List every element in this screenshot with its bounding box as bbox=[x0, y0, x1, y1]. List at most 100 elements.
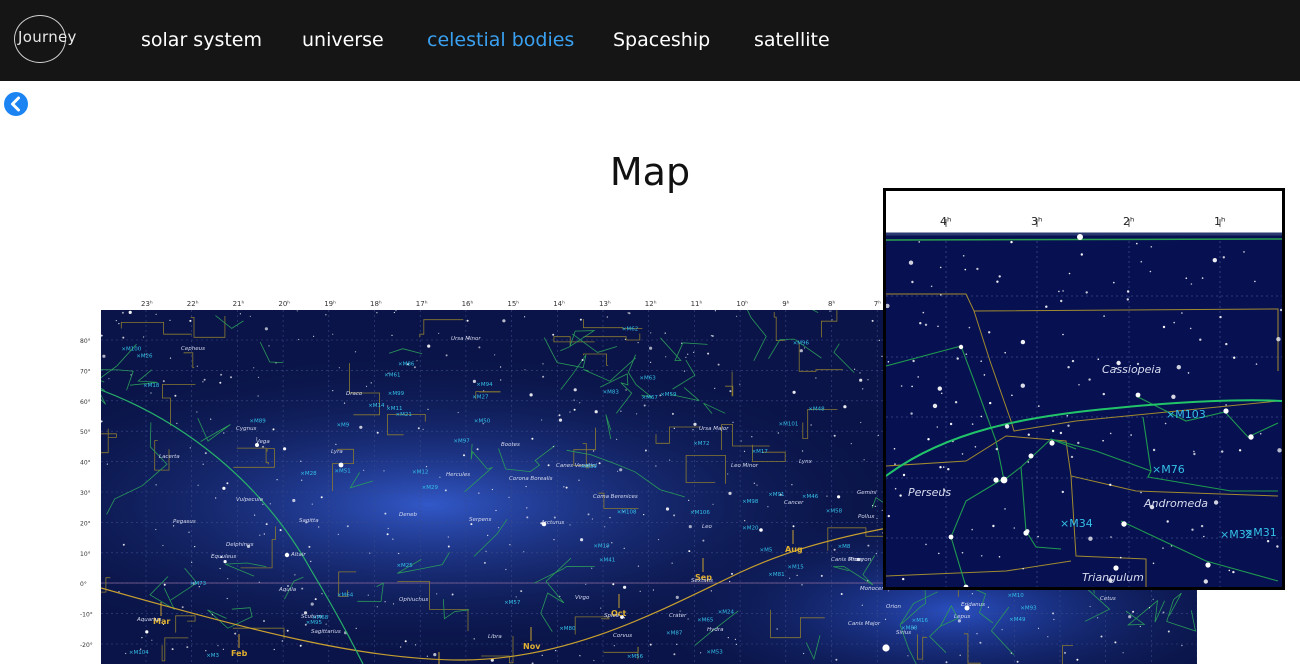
star bbox=[363, 469, 365, 471]
back-button[interactable] bbox=[4, 92, 28, 116]
star bbox=[222, 486, 226, 490]
star bbox=[1004, 508, 1006, 510]
star bbox=[644, 449, 647, 452]
constellation-label: Gemini bbox=[857, 490, 877, 496]
messier-label: ×M16 bbox=[912, 618, 929, 624]
star bbox=[587, 513, 590, 516]
star bbox=[734, 638, 737, 640]
inset-map[interactable]: 4ʰ 3ʰ 2ʰ 1ʰ Cassiopeia Perseus Andromeda Triang… bbox=[883, 188, 1285, 590]
star bbox=[1004, 424, 1010, 429]
star bbox=[215, 497, 217, 499]
star bbox=[325, 623, 327, 625]
star bbox=[298, 338, 300, 341]
star bbox=[427, 408, 429, 410]
inset-constellation-label: Cassiopeia bbox=[1102, 363, 1161, 376]
star bbox=[478, 346, 481, 349]
star bbox=[835, 658, 838, 661]
messier-label: ×M62 bbox=[622, 327, 638, 333]
star bbox=[826, 495, 828, 497]
star bbox=[968, 326, 971, 329]
star bbox=[253, 367, 255, 369]
star bbox=[121, 311, 124, 314]
star bbox=[1088, 378, 1091, 381]
star bbox=[395, 310, 397, 312]
constellation-label: Lacerta bbox=[159, 454, 180, 460]
star bbox=[310, 602, 314, 606]
star bbox=[867, 544, 870, 547]
star bbox=[223, 432, 225, 434]
constellation-label: Ursa Major bbox=[699, 426, 729, 432]
messier-label: ×M59 bbox=[660, 392, 677, 398]
star bbox=[1139, 625, 1141, 628]
star bbox=[617, 470, 619, 472]
star bbox=[325, 314, 327, 316]
constellation-label: Leo Minor bbox=[731, 463, 759, 469]
star bbox=[627, 312, 629, 314]
star bbox=[1080, 253, 1083, 256]
star bbox=[1070, 455, 1074, 459]
star bbox=[739, 383, 741, 385]
star bbox=[643, 404, 646, 407]
star bbox=[230, 376, 232, 379]
messier-label: ×M98 bbox=[742, 499, 759, 505]
star bbox=[102, 354, 106, 358]
star bbox=[860, 421, 862, 424]
star bbox=[988, 331, 991, 334]
star bbox=[262, 503, 264, 505]
star bbox=[1060, 299, 1063, 303]
star bbox=[1097, 358, 1100, 360]
star bbox=[141, 637, 143, 639]
star bbox=[466, 319, 469, 322]
star bbox=[971, 528, 973, 531]
star bbox=[1173, 321, 1175, 324]
star bbox=[707, 352, 710, 355]
star bbox=[876, 517, 878, 520]
nav-spaceship[interactable]: Spaceship bbox=[613, 29, 710, 51]
inset-messier-label: ×M31 bbox=[1244, 526, 1277, 539]
messier-label: ×M81 bbox=[768, 572, 784, 578]
star bbox=[859, 378, 863, 382]
hour-tick-label: 14ʰ bbox=[553, 300, 565, 308]
constellation-label: Sagittarius bbox=[311, 629, 341, 635]
star bbox=[1097, 617, 1099, 619]
star bbox=[936, 426, 939, 428]
star bbox=[279, 529, 282, 532]
star bbox=[727, 473, 729, 475]
star bbox=[1037, 535, 1039, 538]
star bbox=[628, 312, 631, 315]
star bbox=[815, 377, 817, 379]
star bbox=[613, 645, 615, 647]
star bbox=[837, 495, 841, 499]
messier-label: ×M50 bbox=[474, 418, 491, 424]
nav-universe[interactable]: universe bbox=[302, 29, 384, 51]
hour-tick-label: 8ʰ bbox=[828, 300, 835, 308]
star bbox=[155, 528, 157, 531]
star bbox=[1119, 556, 1122, 559]
nav-solar-system[interactable]: solar system bbox=[141, 29, 262, 51]
star bbox=[273, 648, 275, 651]
star bbox=[370, 382, 372, 384]
star bbox=[314, 598, 317, 601]
star bbox=[1167, 630, 1170, 633]
star bbox=[688, 550, 691, 553]
star bbox=[792, 525, 795, 528]
constellation-label: Corona Borealis bbox=[509, 476, 553, 482]
star bbox=[992, 524, 995, 528]
messier-label: ×M83 bbox=[603, 390, 620, 396]
nav-celestial-bodies[interactable]: celestial bodies bbox=[427, 29, 574, 51]
nav-satellite[interactable]: satellite bbox=[754, 29, 830, 51]
star bbox=[565, 486, 568, 489]
star bbox=[862, 388, 864, 390]
star bbox=[657, 539, 660, 541]
constellation-label: Canis Major bbox=[848, 621, 881, 627]
star bbox=[202, 463, 204, 465]
star bbox=[311, 503, 313, 505]
constellation-label: Aquila bbox=[278, 587, 297, 593]
star bbox=[729, 580, 731, 583]
star bbox=[552, 333, 555, 336]
constellation-label: Virgo bbox=[575, 595, 590, 601]
constellation-label: Leo bbox=[702, 524, 712, 530]
star bbox=[211, 614, 213, 616]
star bbox=[922, 311, 925, 314]
star bbox=[918, 241, 920, 243]
